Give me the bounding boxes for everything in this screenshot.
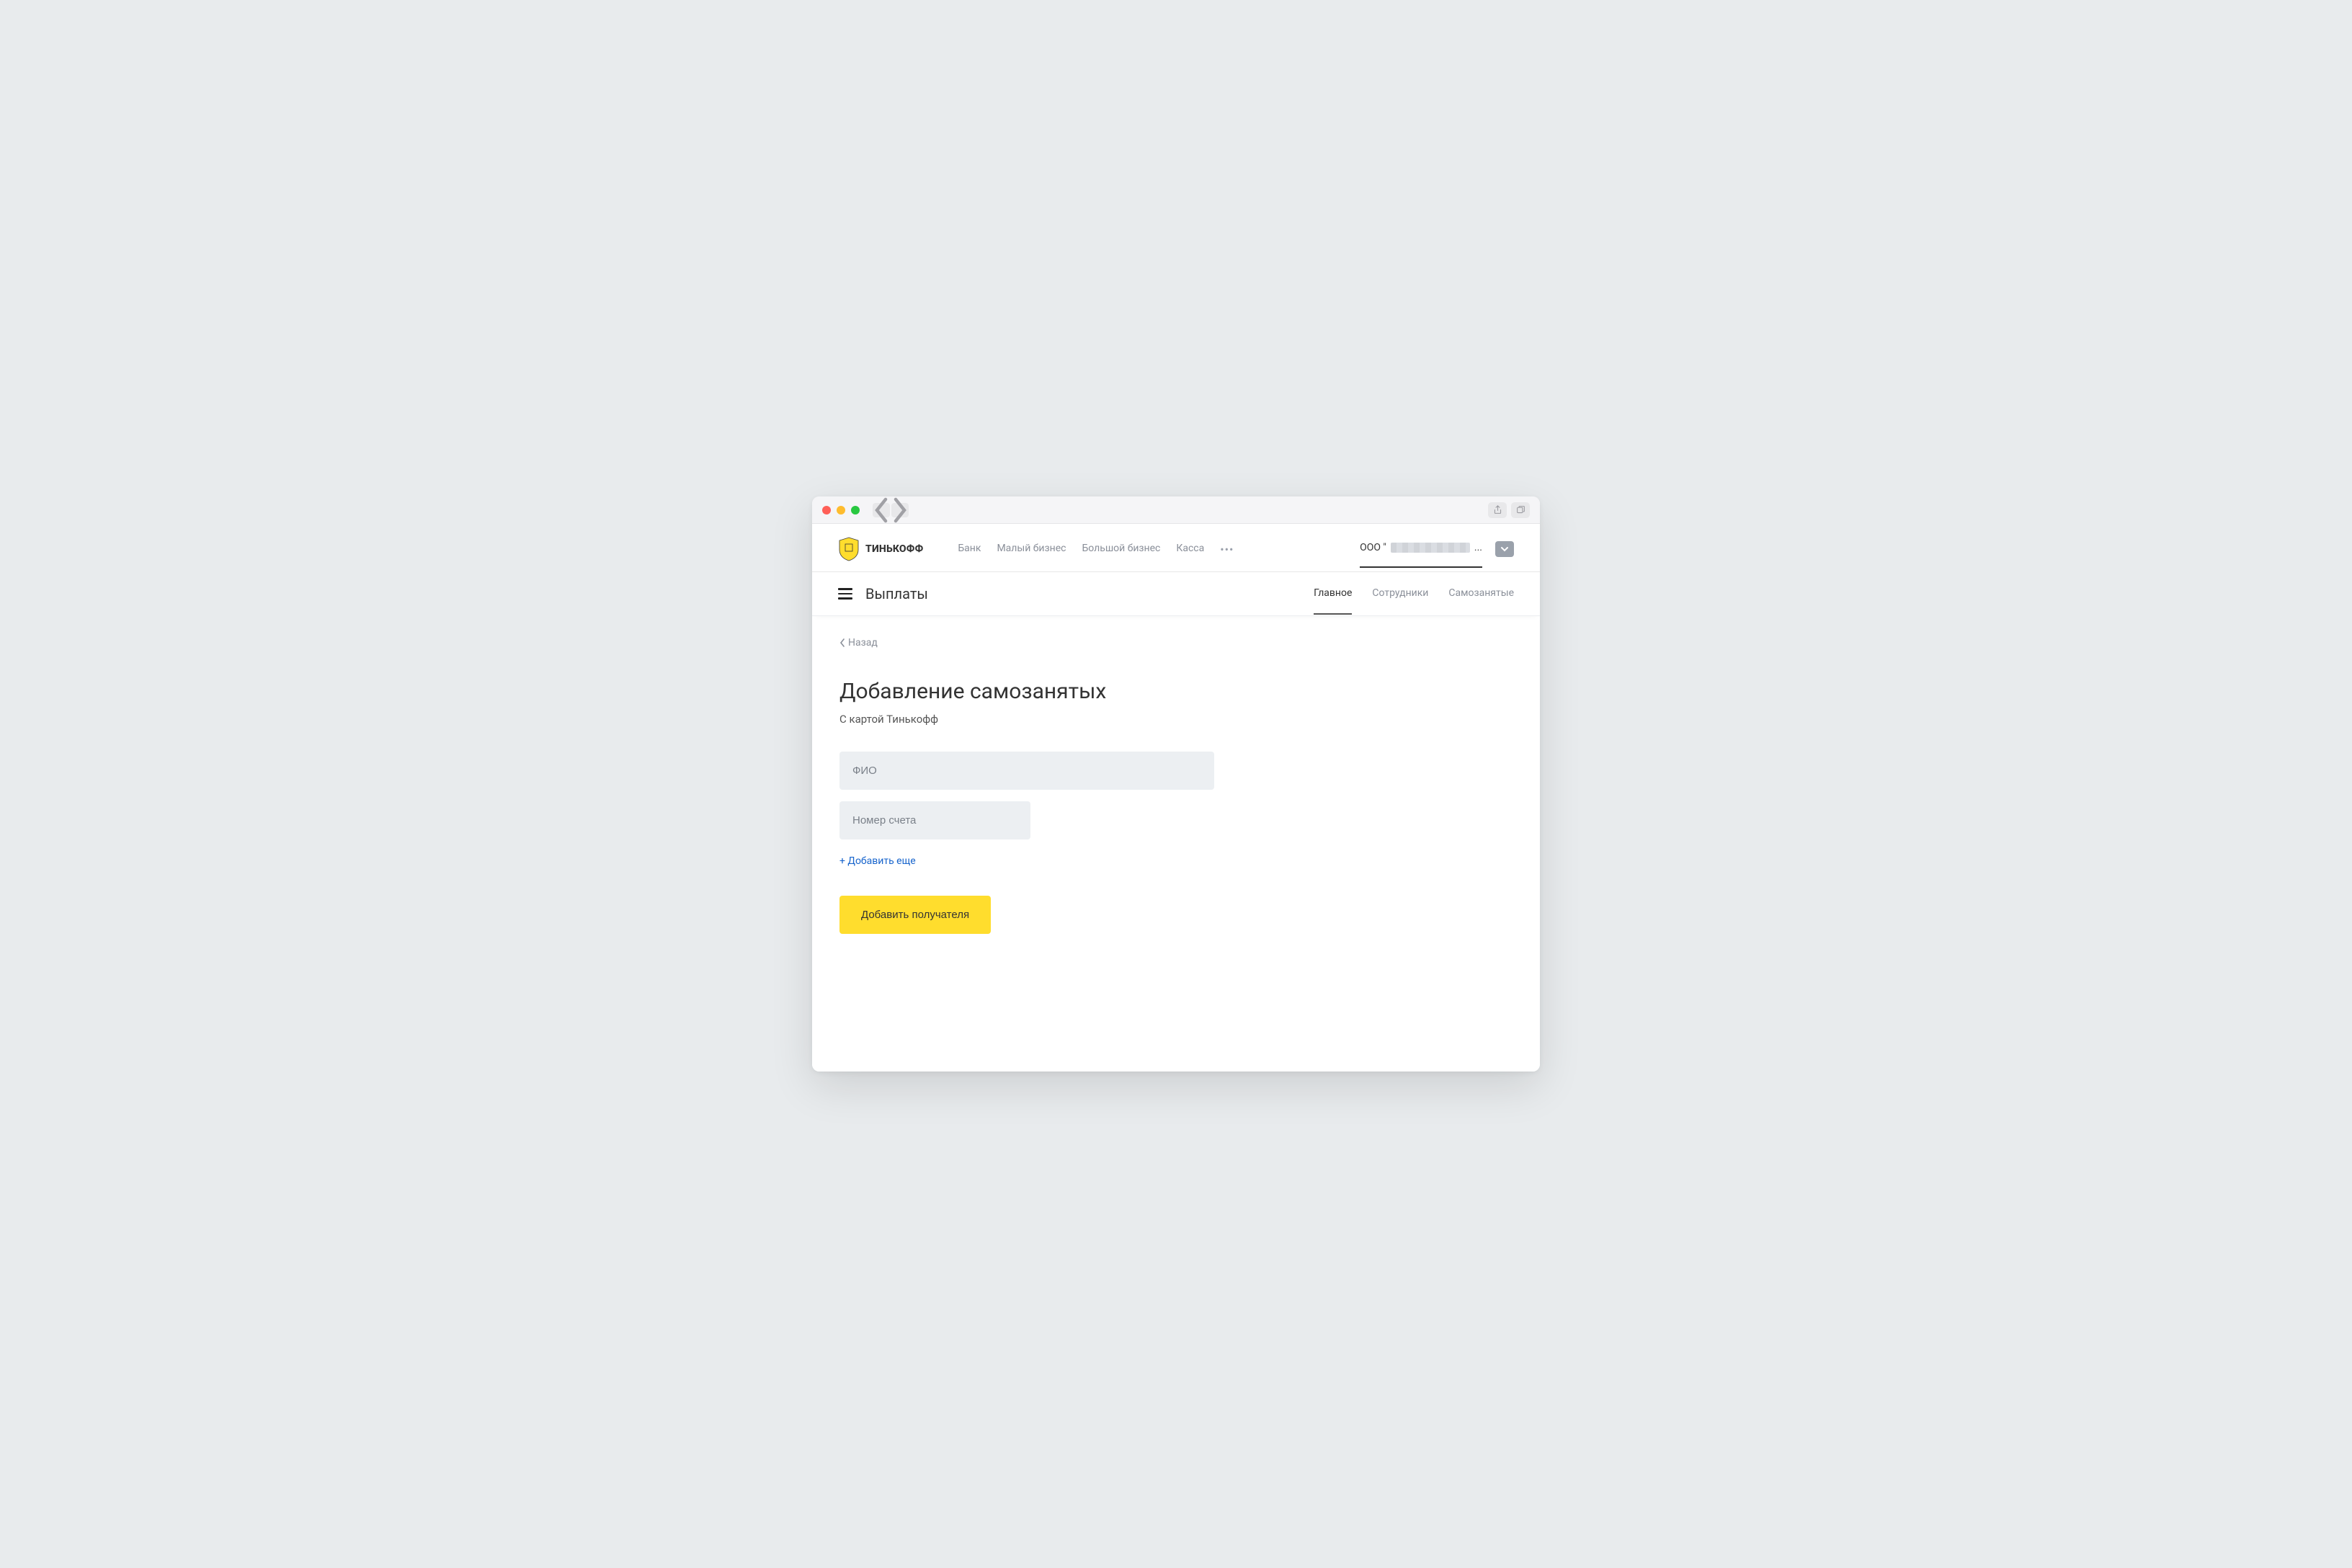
tabs-icon[interactable] [1511,502,1530,518]
maximize-window-icon[interactable] [851,506,860,514]
back-arrow-icon[interactable] [873,503,890,517]
page-content: ТИНЬКОФФ Банк Малый бизнес Большой бизне… [812,524,1540,1072]
account-redacted [1391,543,1470,553]
fio-input[interactable] [839,752,1214,790]
main: Назад Добавление самозанятых С картой Ти… [812,616,1540,977]
traffic-lights [822,506,860,514]
forward-arrow-icon[interactable] [891,503,909,517]
topnav-kassa[interactable]: Касса [1176,543,1204,556]
topnav-small-business[interactable]: Малый бизнес [997,543,1066,556]
topnav-big-business[interactable]: Большой бизнес [1082,543,1160,556]
account-selector[interactable]: ООО " ... [1360,542,1482,568]
browser-window: ТИНЬКОФФ Банк Малый бизнес Большой бизне… [812,496,1540,1072]
tab-employees[interactable]: Сотрудники [1372,587,1428,615]
close-window-icon[interactable] [822,506,831,514]
topnav-bank[interactable]: Банк [958,543,981,556]
add-recipient-button[interactable]: Добавить получателя [839,896,991,934]
subnav: Главное Сотрудники Самозанятые [1314,587,1514,600]
page-title: Добавление самозанятых [839,679,1513,704]
menu-icon[interactable] [838,588,852,600]
brand-name: ТИНЬКОФФ [865,543,923,555]
topbar: ТИНЬКОФФ Банк Малый бизнес Большой бизне… [812,524,1540,572]
account-number-input[interactable] [839,801,1030,839]
more-menu-icon[interactable]: ••• [1220,543,1234,556]
browser-nav-arrows [873,503,909,517]
tab-main[interactable]: Главное [1314,587,1352,615]
minimize-window-icon[interactable] [837,506,845,514]
browser-chrome [812,496,1540,524]
add-more-link[interactable]: + Добавить еще [839,855,916,867]
page-subtitle: С картой Тинькофф [839,713,1513,726]
section-title: Выплаты [865,585,928,602]
brand-logo[interactable]: ТИНЬКОФФ [838,537,923,561]
account-dropdown-button[interactable] [1495,541,1514,557]
account-suffix: ... [1474,542,1482,553]
topnav: Банк Малый бизнес Большой бизнес Касса •… [958,543,1234,556]
back-label: Назад [848,637,878,649]
tab-self-employed[interactable]: Самозанятые [1448,587,1514,615]
account-prefix: ООО " [1360,542,1386,553]
subbar: Выплаты Главное Сотрудники Самозанятые [812,572,1540,616]
add-recipient-form: + Добавить еще Добавить получателя [839,752,1513,934]
share-icon[interactable] [1488,502,1507,518]
back-link[interactable]: Назад [839,637,878,649]
shield-icon [838,537,860,561]
